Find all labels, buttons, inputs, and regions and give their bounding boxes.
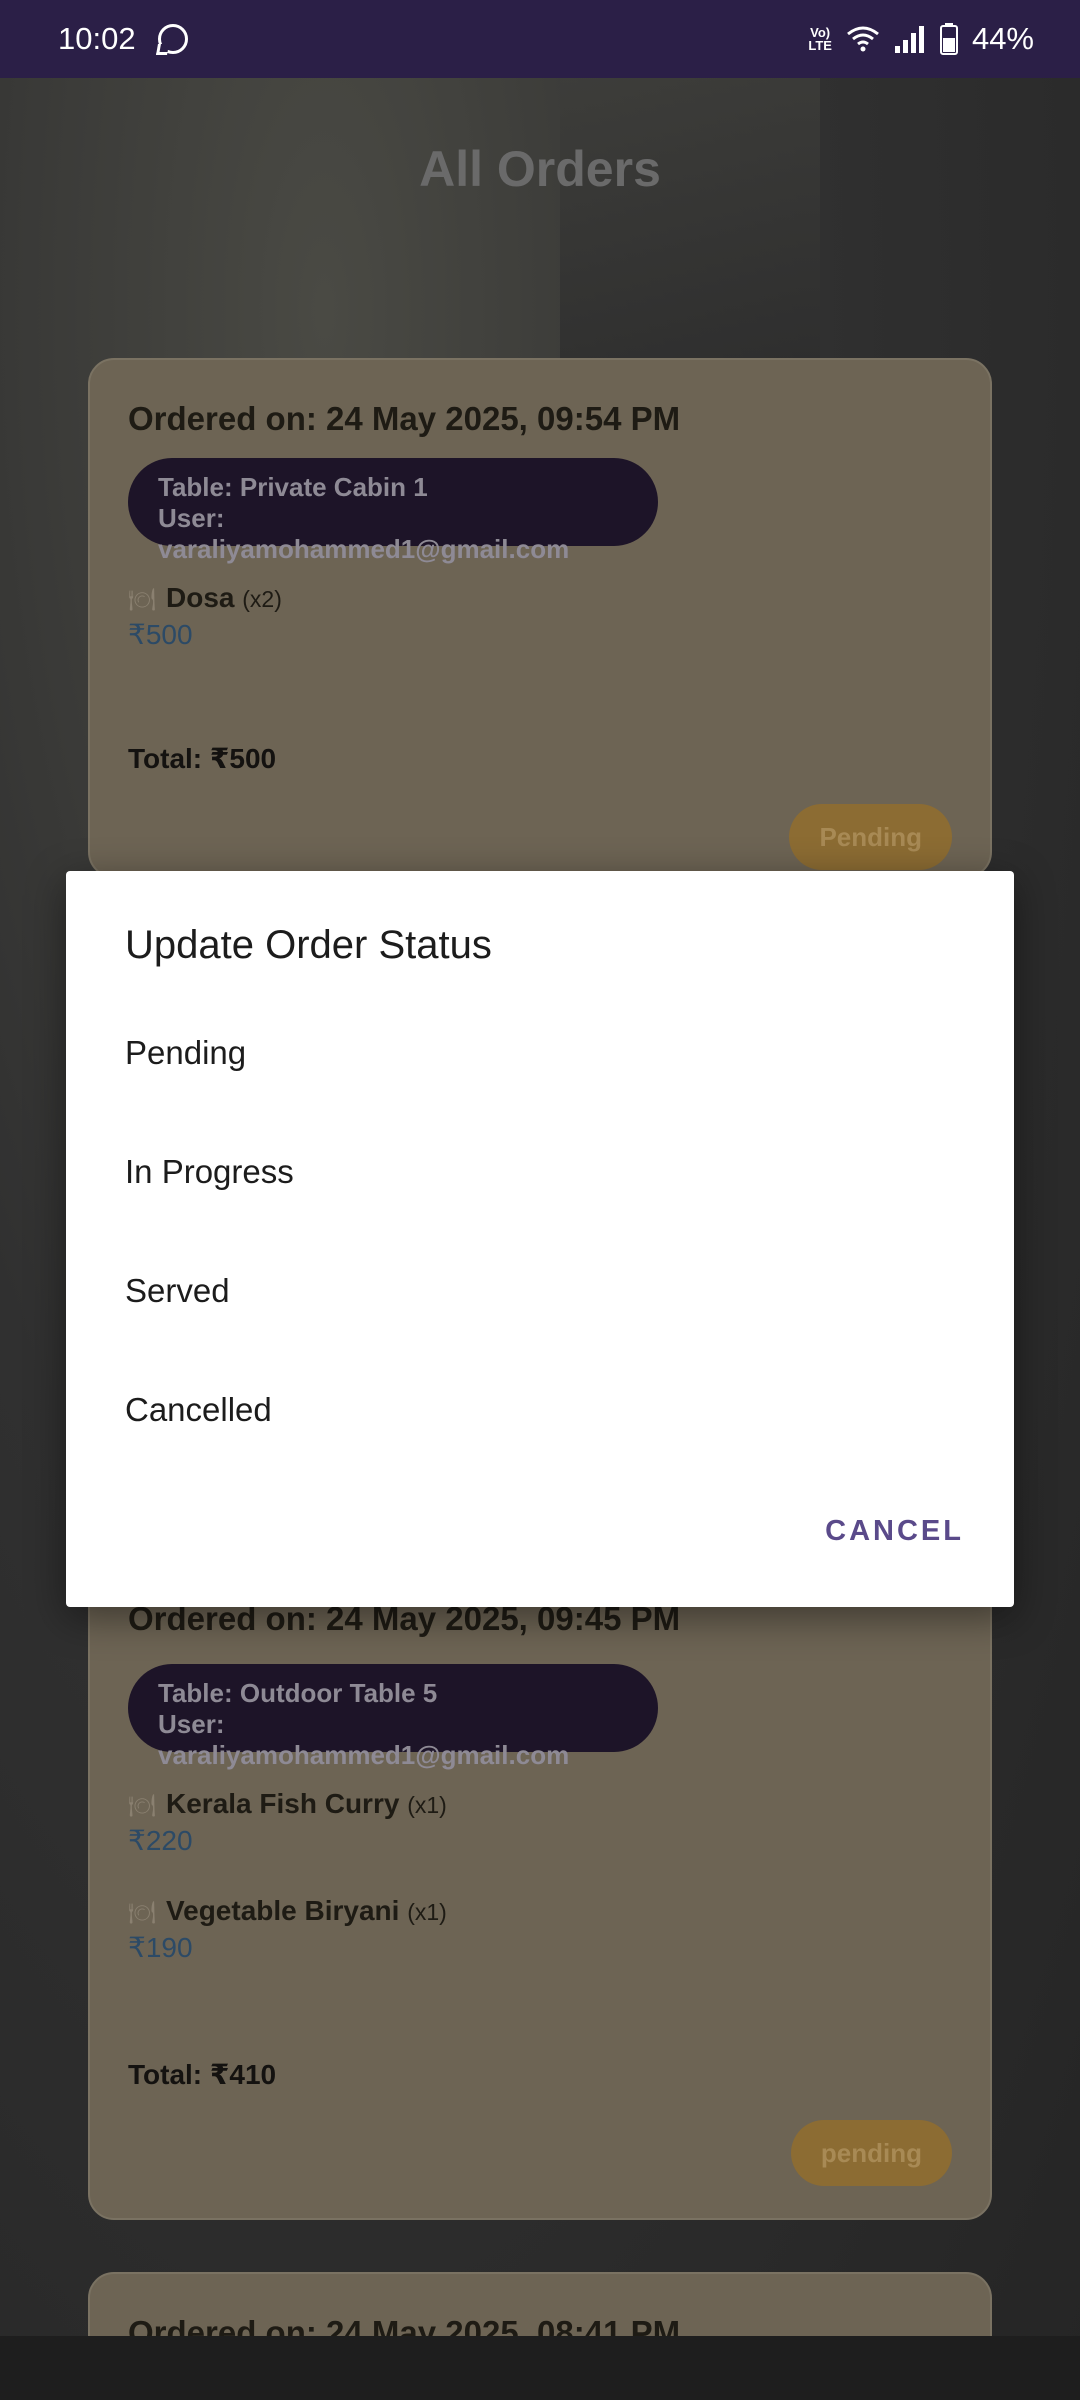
update-status-dialog: Update Order Status Pending In Progress …: [66, 871, 1014, 1607]
status-bar-right: Vo) LTE 44%: [808, 21, 1034, 57]
status-bar: 10:02 Vo) LTE 44%: [0, 0, 1080, 78]
item-name: Kerala Fish Curry: [166, 1788, 400, 1819]
clock: 10:02: [58, 21, 136, 56]
order-table-user-pill: Table: Outdoor Table 5 User: varaliyamoh…: [128, 1664, 658, 1770]
cancel-button[interactable]: CANCEL: [821, 1509, 968, 1554]
status-option-pending[interactable]: Pending: [125, 1013, 955, 1093]
order-date-value: 24 May 2025, 09:54 PM: [326, 400, 681, 437]
status-badge[interactable]: pending: [790, 2120, 952, 2186]
order-user: User: varaliyamohammed1@gmail.com: [158, 1709, 570, 1770]
status-option-cancelled[interactable]: Cancelled: [125, 1370, 955, 1450]
status-bar-left: 10:02: [58, 21, 188, 57]
item-qty: (x1): [407, 1792, 447, 1818]
whatsapp-icon: [157, 24, 188, 54]
cutlery-icon: 🍽: [128, 1900, 156, 1925]
battery-percent: 44%: [971, 21, 1034, 56]
volte-icon: Vo) LTE: [808, 25, 832, 53]
order-card[interactable]: Ordered on: 24 May 2025, 09:45 PM Table:…: [88, 1570, 992, 2220]
page-title: All Orders: [419, 141, 661, 197]
order-table-user-pill: Table: Private Cabin 1 User: varaliyamoh…: [128, 458, 658, 564]
order-date: Ordered on: 24 May 2025, 09:54 PM: [128, 400, 680, 438]
item-name: Vegetable Biryani: [166, 1895, 400, 1926]
order-item: 🍽 Kerala Fish Curry (x1) ₹220: [128, 1788, 447, 1857]
status-option-served[interactable]: Served: [125, 1251, 955, 1331]
item-price: ₹220: [128, 1825, 193, 1856]
item-qty: (x2): [242, 586, 282, 612]
order-date-label: Ordered on:: [128, 400, 317, 437]
item-qty: (x1): [407, 1899, 447, 1925]
dialog-title: Update Order Status: [125, 923, 492, 967]
status-badge[interactable]: Pending: [789, 804, 952, 870]
order-item: 🍽 Vegetable Biryani (x1) ₹190: [128, 1895, 447, 1964]
cutlery-icon: 🍽: [128, 1793, 156, 1818]
order-table: Table: Outdoor Table 5: [158, 1678, 438, 1708]
status-option-in-progress[interactable]: In Progress: [125, 1132, 955, 1212]
signal-icon: [894, 24, 926, 54]
order-user: User: varaliyamohammed1@gmail.com: [158, 503, 570, 564]
cutlery-icon: 🍽: [128, 587, 156, 612]
wifi-icon: [846, 25, 880, 53]
battery-icon: [939, 23, 958, 55]
order-table: Table: Private Cabin 1: [158, 472, 428, 502]
order-item: 🍽 Dosa (x2) ₹500: [128, 582, 282, 651]
item-name: Dosa: [166, 582, 235, 613]
order-total: Total: ₹410: [128, 2059, 277, 2090]
order-card[interactable]: Ordered on: 24 May 2025, 09:54 PM Table:…: [88, 358, 992, 878]
item-price: ₹190: [128, 1932, 193, 1963]
navigation-bar: [0, 2336, 1080, 2400]
item-price: ₹500: [128, 619, 193, 650]
order-total: Total: ₹500: [128, 743, 277, 774]
